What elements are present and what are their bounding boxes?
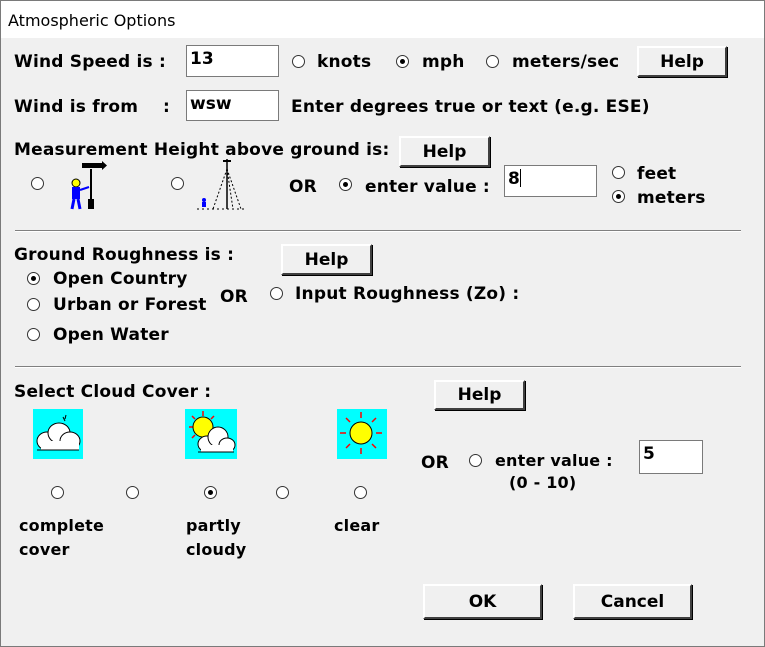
unit-mph-label[interactable]: mph xyxy=(422,52,465,72)
measurement-height-input[interactable]: 8 xyxy=(504,165,597,197)
roughness-help-button[interactable]: Help xyxy=(281,244,372,275)
wind-direction-hint: Enter degrees true or text (e.g. ESE) xyxy=(291,97,650,117)
separator-1 xyxy=(15,230,741,232)
complete-cover-label-line1: complete xyxy=(19,516,105,535)
unit-feet-label[interactable]: feet xyxy=(637,164,676,184)
partly-cloudy-icon xyxy=(185,409,237,459)
cloud-cover-input[interactable]: 5 xyxy=(639,440,703,474)
title-bar[interactable]: Atmospheric Options xyxy=(1,1,764,38)
clear-sky-sun-icon xyxy=(337,409,387,459)
wind-help-button[interactable]: Help xyxy=(637,46,727,77)
person-with-anemometer-icon xyxy=(70,161,107,210)
cloud-help-button[interactable]: Help xyxy=(434,380,525,410)
cloud-enter-value-radio[interactable] xyxy=(469,454,482,467)
roughness-open-country-radio[interactable] xyxy=(27,272,40,285)
clear-label: clear xyxy=(334,516,380,535)
roughness-open-water-label[interactable]: Open Water xyxy=(53,325,169,345)
cloud-cover-radio-1[interactable] xyxy=(126,486,139,499)
cloud-cover-label: Select Cloud Cover : xyxy=(14,382,212,402)
wind-from-label: Wind is from xyxy=(14,97,139,117)
ok-button[interactable]: OK xyxy=(423,584,542,619)
window-title: Atmospheric Options xyxy=(8,11,176,30)
cancel-button[interactable]: Cancel xyxy=(573,584,692,619)
unit-feet-radio[interactable] xyxy=(612,166,625,179)
partly-cloudy-label-line2: cloudy xyxy=(186,540,247,559)
cloud-enter-value-label[interactable]: enter value : xyxy=(495,451,613,470)
roughness-urban-forest-radio[interactable] xyxy=(27,298,40,311)
complete-cover-label-line2: cover xyxy=(19,540,70,559)
height-enter-value-radio[interactable] xyxy=(339,178,352,191)
wind-from-colon: : xyxy=(163,97,170,117)
cloud-cover-radio-0[interactable] xyxy=(51,486,64,499)
roughness-input-radio[interactable] xyxy=(270,287,283,300)
unit-meters-label[interactable]: meters xyxy=(637,188,706,208)
roughness-open-water-radio[interactable] xyxy=(27,328,40,341)
partly-cloudy-label-line1: partly xyxy=(186,516,241,535)
cloud-range-label: (0 - 10) xyxy=(509,473,577,492)
roughness-open-country-label[interactable]: Open Country xyxy=(53,269,188,289)
tower-icon xyxy=(197,159,245,210)
separator-2 xyxy=(15,366,741,368)
unit-mps-label[interactable]: meters/sec xyxy=(512,52,619,72)
unit-mph-radio[interactable] xyxy=(396,55,409,68)
cloud-cover-radio-3[interactable] xyxy=(276,486,289,499)
unit-mps-radio[interactable] xyxy=(486,55,499,68)
measurement-enter-value-label[interactable]: enter value : xyxy=(365,177,490,197)
roughness-or-label: OR xyxy=(220,287,248,307)
roughness-input-label[interactable]: Input Roughness (Zo) : xyxy=(295,284,519,304)
wind-speed-label: Wind Speed is : xyxy=(14,52,166,72)
measurement-height-value: 8 xyxy=(508,169,520,189)
unit-knots-label[interactable]: knots xyxy=(317,52,371,72)
cloud-or-label: OR xyxy=(421,453,449,473)
unit-knots-radio[interactable] xyxy=(292,55,305,68)
ground-roughness-label: Ground Roughness is : xyxy=(14,245,235,265)
wind-direction-input[interactable]: wsw xyxy=(186,90,279,121)
cloud-cover-radio-2[interactable] xyxy=(204,486,217,499)
text-cursor xyxy=(519,169,521,187)
unit-meters-radio[interactable] xyxy=(612,190,625,203)
cloud-cover-radio-4[interactable] xyxy=(354,486,367,499)
measurement-help-button[interactable]: Help xyxy=(399,136,490,167)
roughness-urban-forest-label[interactable]: Urban or Forest xyxy=(53,295,207,315)
measurement-or-label: OR xyxy=(289,177,317,197)
height-tower-radio[interactable] xyxy=(171,177,184,190)
complete-cover-cloud-icon xyxy=(33,409,83,459)
wind-speed-input[interactable]: 13 xyxy=(186,45,279,77)
atmospheric-options-dialog: Atmospheric Options Wind Speed is : 13 k… xyxy=(0,0,765,647)
height-person-radio[interactable] xyxy=(31,177,44,190)
